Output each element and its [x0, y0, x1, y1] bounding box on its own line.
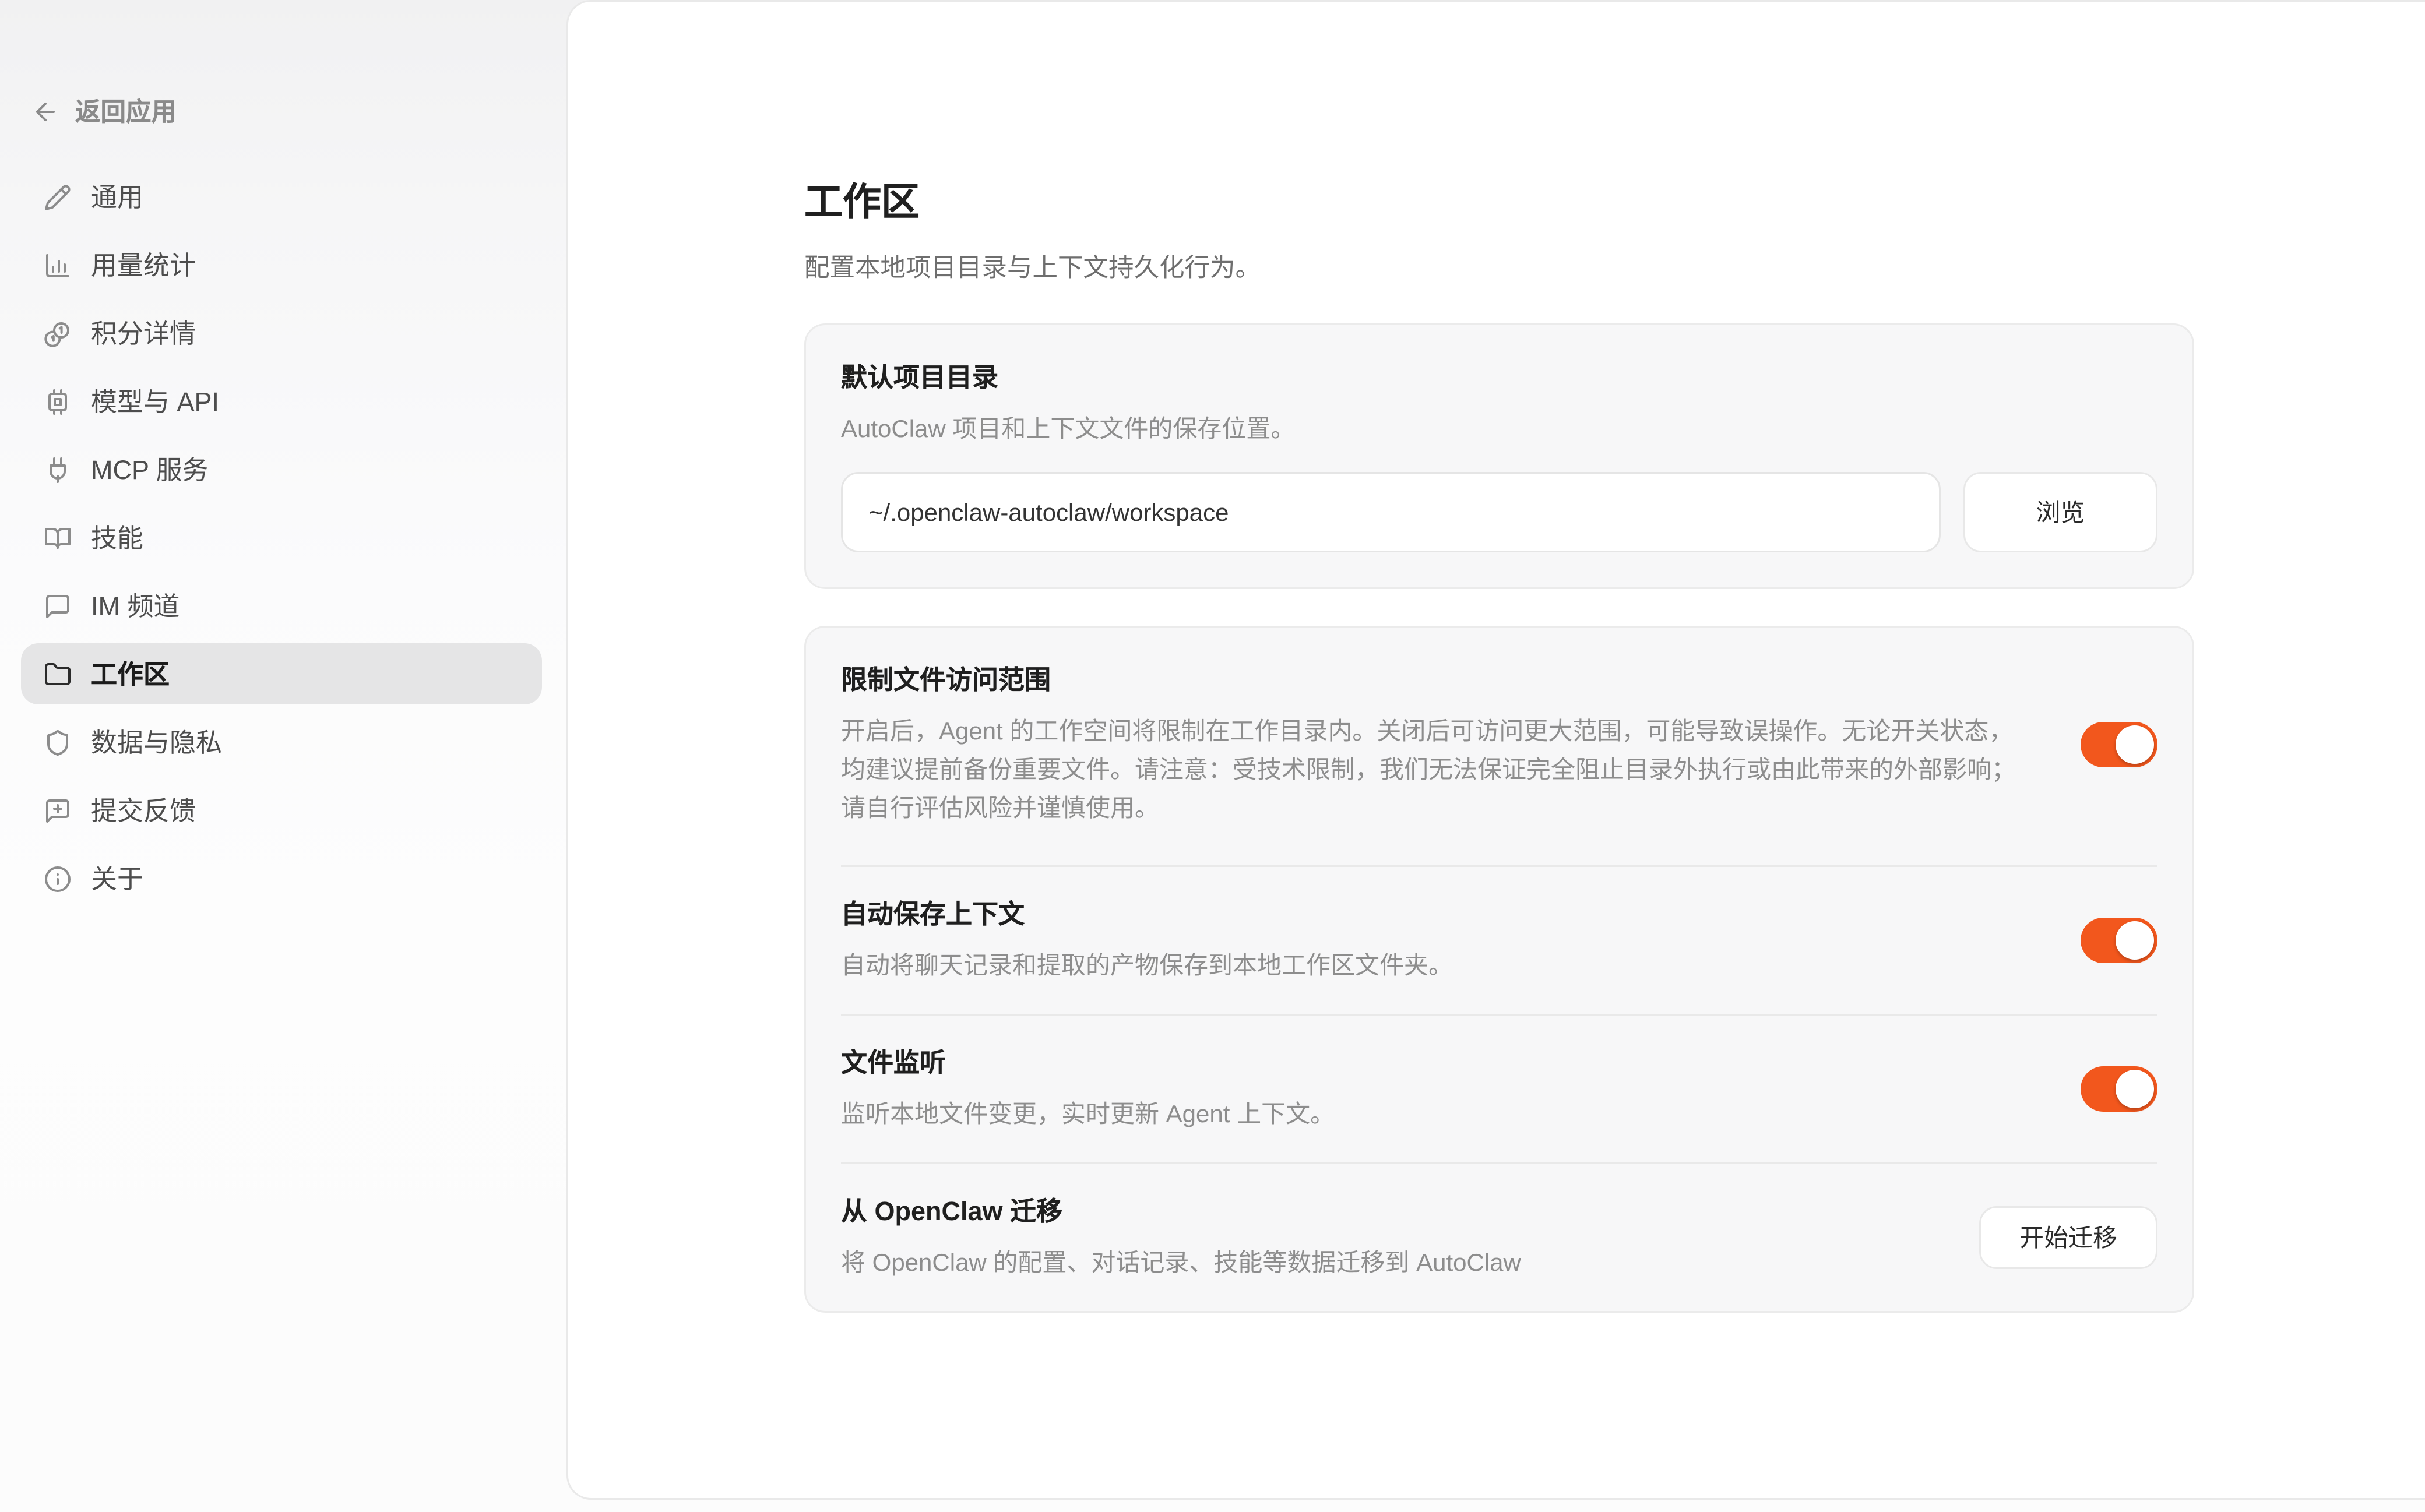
sidebar-item-about[interactable]: 关于 [21, 848, 542, 909]
chip-icon [44, 387, 72, 415]
plug-icon [44, 456, 72, 484]
toggle-knob [2116, 725, 2154, 764]
shield-icon [44, 728, 72, 756]
setting-row-auto-save-context: 自动保存上下文 自动将聊天记录和提取的产物保存到本地工作区文件夹。 [841, 865, 2157, 1014]
sidebar-item-general[interactable]: 通用 [21, 166, 542, 227]
sidebar-item-label: MCP 服务 [91, 451, 209, 488]
file-watch-toggle[interactable] [2081, 1066, 2157, 1112]
info-icon [44, 865, 72, 893]
sidebar-item-label: 提交反馈 [91, 792, 196, 829]
setting-title: 从 OpenClaw 迁移 [841, 1194, 1927, 1231]
setting-description: 监听本地文件变更，实时更新 Agent 上下文。 [841, 1094, 2028, 1133]
sidebar-item-skills[interactable]: 技能 [21, 507, 542, 568]
setting-description: 将 OpenClaw 的配置、对话记录、技能等数据迁移到 AutoClaw [841, 1243, 1927, 1281]
page-title: 工作区 [804, 177, 2194, 229]
sidebar-item-models-api[interactable]: 模型与 API [21, 371, 542, 432]
directory-card-title: 默认项目目录 [841, 360, 2157, 397]
back-to-app-button[interactable]: 返回应用 [31, 93, 542, 129]
setting-row-restrict-file-access: 限制文件访问范围 开启后，Agent 的工作空间将限制在工作目录内。关闭后可访问… [841, 628, 2157, 865]
setting-title: 文件监听 [841, 1045, 2028, 1082]
setting-title: 限制文件访问范围 [841, 662, 2028, 699]
sidebar-item-label: 关于 [91, 860, 143, 897]
toggle-knob [2116, 921, 2154, 960]
sidebar-item-label: 通用 [91, 178, 143, 215]
book-open-icon [44, 524, 72, 552]
restrict-file-access-toggle[interactable] [2081, 722, 2157, 767]
workspace-settings-card: 限制文件访问范围 开启后，Agent 的工作空间将限制在工作目录内。关闭后可访问… [804, 626, 2194, 1313]
back-to-app-label: 返回应用 [75, 93, 177, 129]
setting-row-migrate-openclaw: 从 OpenClaw 迁移 将 OpenClaw 的配置、对话记录、技能等数据迁… [841, 1162, 2157, 1311]
sidebar-item-mcp-services[interactable]: MCP 服务 [21, 439, 542, 500]
coins-icon [44, 319, 72, 347]
sidebar-item-data-privacy[interactable]: 数据与隐私 [21, 711, 542, 773]
sidebar-item-im-channels[interactable]: IM 频道 [21, 575, 542, 636]
toggle-knob [2116, 1070, 2154, 1108]
sidebar-item-label: IM 频道 [91, 587, 180, 624]
setting-description: 自动将聊天记录和提取的产物保存到本地工作区文件夹。 [841, 946, 2028, 984]
settings-sidebar: 返回应用 通用 用量统计 积分详情 [0, 0, 566, 1512]
project-directory-input[interactable] [841, 472, 1941, 552]
sidebar-item-label: 积分详情 [91, 315, 196, 351]
sidebar-item-label: 工作区 [91, 655, 170, 692]
feedback-plus-icon [44, 796, 72, 824]
sidebar-item-workspace[interactable]: 工作区 [21, 643, 542, 704]
sidebar-item-credits[interactable]: 积分详情 [21, 302, 542, 364]
sidebar-item-feedback[interactable]: 提交反馈 [21, 780, 542, 841]
directory-card-description: AutoClaw 项目和上下文文件的保存位置。 [841, 409, 2157, 447]
setting-row-file-watch: 文件监听 监听本地文件变更，实时更新 Agent 上下文。 [841, 1014, 2157, 1162]
folder-icon [44, 660, 72, 688]
default-directory-card: 默认项目目录 AutoClaw 项目和上下文文件的保存位置。 浏览 [804, 323, 2194, 589]
auto-save-context-toggle[interactable] [2081, 918, 2157, 963]
main-panel: 工作区 配置本地项目目录与上下文持久化行为。 默认项目目录 AutoClaw 项… [566, 0, 2425, 1500]
setting-description: 开启后，Agent 的工作空间将限制在工作目录内。关闭后可访问更大范围，可能导致… [841, 711, 2028, 827]
sidebar-item-label: 数据与隐私 [91, 724, 222, 760]
page-subtitle: 配置本地项目目录与上下文持久化行为。 [804, 252, 2194, 287]
sidebar-item-label: 用量统计 [91, 246, 196, 283]
sidebar-nav: 通用 用量统计 积分详情 模型与 API [21, 166, 542, 909]
sidebar-item-label: 技能 [91, 519, 143, 556]
setting-title: 自动保存上下文 [841, 897, 2028, 933]
start-migration-button[interactable]: 开始迁移 [1979, 1206, 2157, 1269]
arrow-left-icon [31, 97, 59, 125]
bar-chart-icon [44, 251, 72, 279]
pencil-icon [44, 183, 72, 211]
sidebar-item-label: 模型与 API [91, 383, 219, 420]
settings-window: 返回应用 通用 用量统计 积分详情 [0, 0, 2425, 1512]
browse-button[interactable]: 浏览 [1963, 472, 2157, 552]
sidebar-item-usage-stats[interactable]: 用量统计 [21, 234, 542, 295]
chat-bubble-icon [44, 592, 72, 620]
